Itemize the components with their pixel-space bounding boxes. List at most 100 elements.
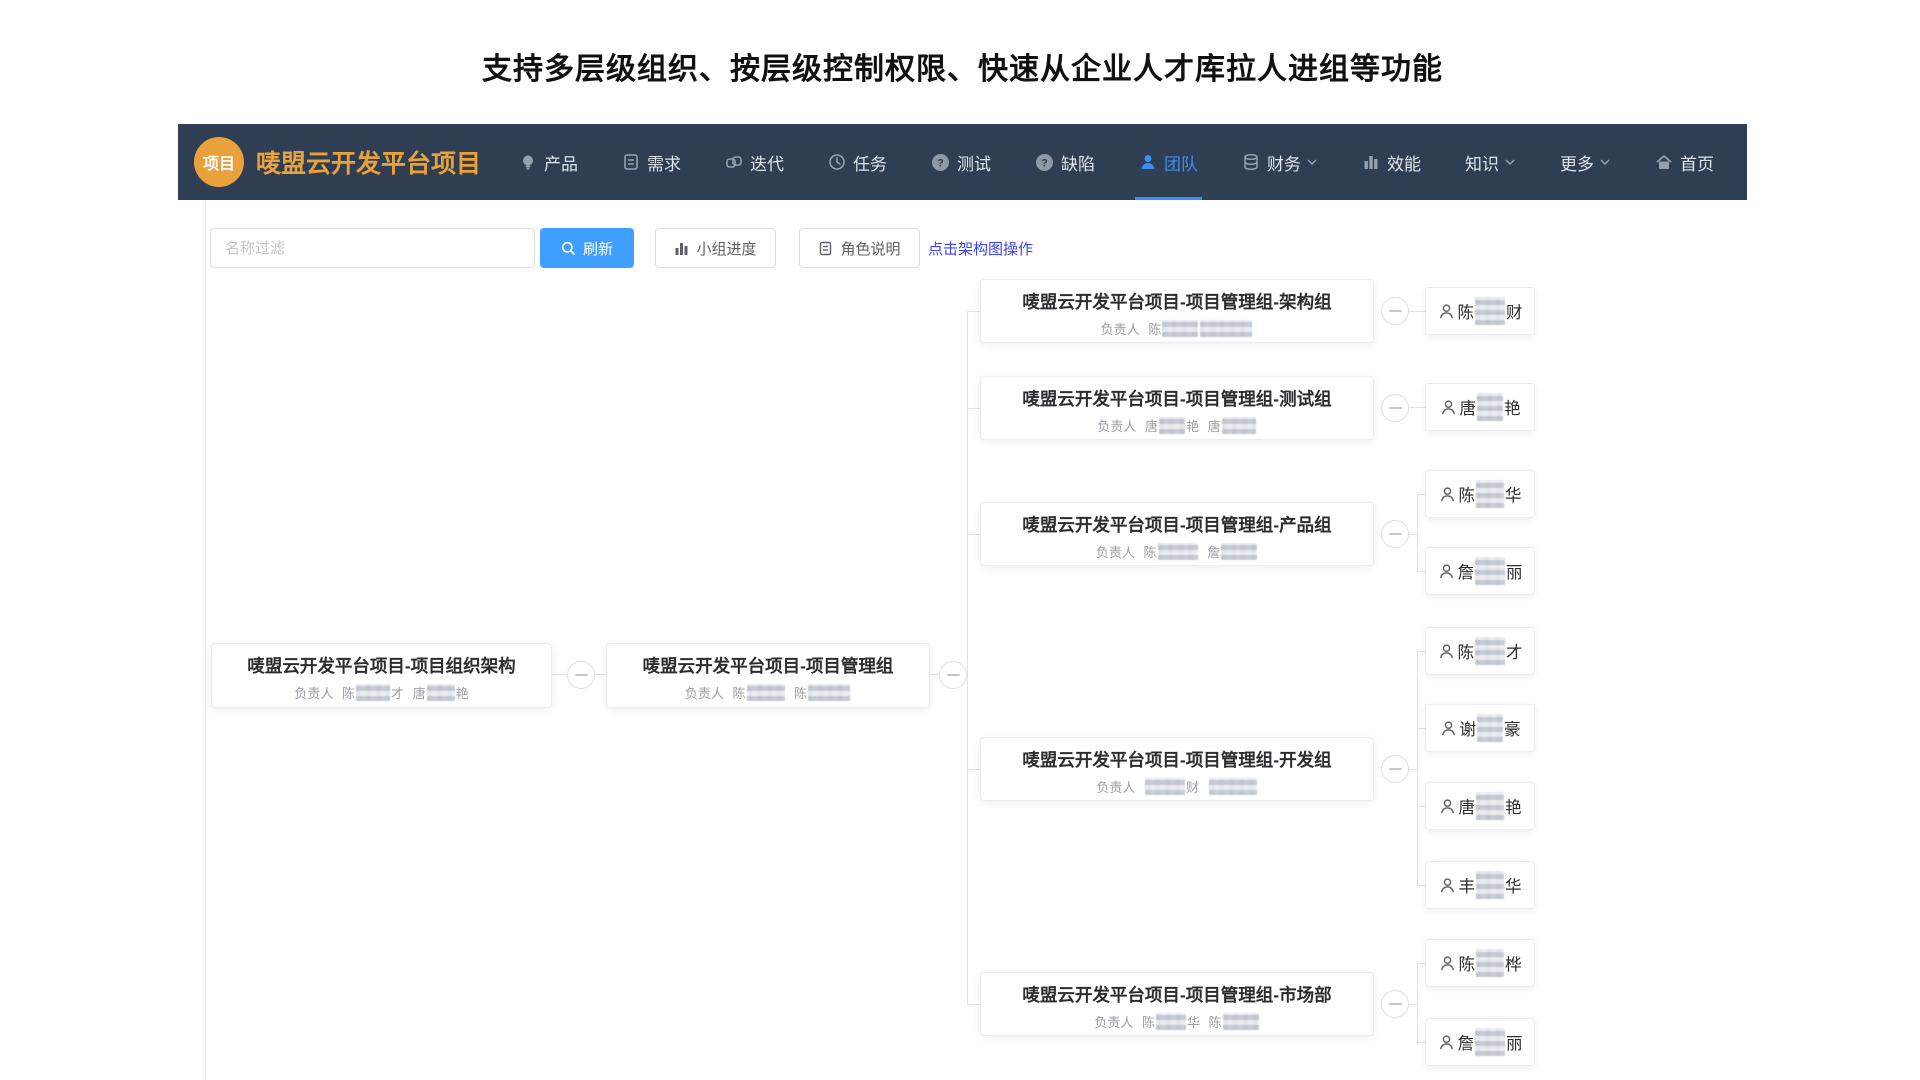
collapse-toggle-market[interactable] (1381, 990, 1409, 1018)
chevron-down-icon (1504, 156, 1516, 168)
member-name: 唐艳 (1459, 792, 1522, 820)
collapse-toggle-product[interactable] (1381, 520, 1409, 548)
org-node-management[interactable]: 唛盟云开发平台项目-项目管理组 负责人 陈 陈 (606, 643, 930, 708)
connector-line (552, 674, 567, 675)
svg-text:?: ? (937, 157, 944, 169)
nav-item-requirements[interactable]: 需求 (622, 124, 681, 200)
member-card[interactable]: 丰华 (1425, 861, 1535, 909)
connector-line (1417, 963, 1425, 964)
home-icon (1655, 153, 1673, 171)
question-icon: ? (1035, 153, 1054, 172)
bar-chart-icon (1362, 153, 1380, 171)
person-icon (1438, 643, 1455, 660)
nav-item-test[interactable]: ? 测试 (931, 124, 991, 200)
connector-line (1417, 494, 1418, 571)
org-node-root[interactable]: 唛盟云开发平台项目-项目组织架构 负责人 陈才 唐艳 (211, 643, 552, 708)
refresh-button-label: 刷新 (583, 238, 613, 259)
nav-item-defects[interactable]: ? 缺陷 (1035, 124, 1095, 200)
collapse-toggle-test[interactable] (1381, 394, 1409, 422)
connector-line (967, 311, 968, 1004)
member-name: 陈华 (1459, 480, 1522, 508)
org-node-test-group[interactable]: 唛盟云开发平台项目-项目管理组-测试组 负责人 唐艳 唐 (980, 376, 1374, 440)
connector-line (1417, 494, 1425, 495)
bar-chart-icon (674, 241, 689, 256)
chart-operation-link[interactable]: 点击架构图操作 (928, 228, 1033, 268)
member-card[interactable]: 唐艳 (1425, 782, 1535, 830)
nav-label: 产品 (544, 150, 578, 175)
nav-item-tasks[interactable]: 任务 (828, 124, 887, 200)
nav-item-iteration[interactable]: 迭代 (725, 124, 784, 200)
link-icon (725, 153, 743, 171)
connector-line (1409, 534, 1417, 535)
person-icon (1439, 486, 1456, 503)
connector-line (967, 534, 980, 535)
search-icon (561, 241, 576, 256)
collapse-toggle-dev[interactable] (1381, 755, 1409, 783)
role-description-button[interactable]: 角色说明 (799, 228, 920, 268)
person-icon (1439, 955, 1456, 972)
member-card[interactable]: 陈才 (1425, 627, 1535, 675)
connector-line (930, 674, 939, 675)
svg-text:?: ? (1041, 157, 1048, 169)
nav-item-product[interactable]: 产品 (519, 124, 578, 200)
org-node-owners: 负责人 陈才 唐艳 (212, 683, 551, 702)
org-node-market-group[interactable]: 唛盟云开发平台项目-项目管理组-市场部 负责人 陈华 陈 (980, 972, 1374, 1036)
name-filter-input[interactable] (210, 228, 535, 268)
org-node-title: 唛盟云开发平台项目-项目管理组 (607, 653, 929, 678)
org-node-title: 唛盟云开发平台项目-项目管理组-开发组 (981, 747, 1373, 772)
connector-line (1417, 651, 1425, 652)
project-name: 唛盟云开发平台项目 (256, 144, 481, 180)
group-progress-button[interactable]: 小组进度 (655, 228, 776, 268)
nav-label: 效能 (1387, 150, 1421, 175)
nav-label: 迭代 (750, 150, 784, 175)
org-node-owners: 负责人 陈 (981, 319, 1373, 338)
member-card[interactable]: 陈华 (1425, 470, 1535, 518)
refresh-button[interactable]: 刷新 (540, 228, 634, 268)
connector-line (1409, 311, 1425, 312)
connector-line (967, 769, 980, 770)
connector-line (967, 408, 980, 409)
org-node-owners: 负责人 唐艳 唐 (981, 416, 1373, 435)
org-node-dev-group[interactable]: 唛盟云开发平台项目-项目管理组-开发组 负责人 财 (980, 737, 1374, 801)
nav-label: 缺陷 (1061, 150, 1095, 175)
nav-item-knowledge[interactable]: 知识 (1465, 124, 1516, 200)
member-card[interactable]: 詹丽 (1425, 547, 1535, 595)
person-icon (1440, 399, 1457, 416)
nav-item-home[interactable]: 首页 (1655, 124, 1714, 200)
page-title: 支持多层级组织、按层级控制权限、快速从企业人才库拉人进组等功能 (178, 44, 1747, 88)
member-name: 唐艳 (1460, 393, 1521, 421)
collapse-toggle-management[interactable] (939, 661, 967, 689)
member-card[interactable]: 陈财 (1425, 287, 1535, 335)
group-progress-label: 小组进度 (696, 238, 756, 259)
member-name: 陈才 (1458, 637, 1523, 665)
document-icon (622, 153, 640, 171)
nav-label: 测试 (957, 150, 991, 175)
document-icon (818, 241, 833, 256)
org-node-product-group[interactable]: 唛盟云开发平台项目-项目管理组-产品组 负责人 陈 詹 (980, 502, 1374, 566)
org-node-owners: 负责人 陈 詹 (981, 542, 1373, 561)
connector-line (1417, 1042, 1425, 1043)
org-node-title: 唛盟云开发平台项目-项目组织架构 (212, 653, 551, 678)
connector-line (1417, 806, 1425, 807)
nav-item-performance[interactable]: 效能 (1362, 124, 1421, 200)
connector-line (1417, 885, 1425, 886)
org-node-arch-group[interactable]: 唛盟云开发平台项目-项目管理组-架构组 负责人 陈 (980, 279, 1374, 343)
member-card[interactable]: 陈桦 (1425, 939, 1535, 987)
org-node-owners: 负责人 陈 陈 (607, 683, 929, 702)
nav-label: 需求 (647, 150, 681, 175)
member-card[interactable]: 谢豪 (1425, 704, 1535, 752)
collapse-toggle-root[interactable] (567, 661, 595, 689)
role-description-label: 角色说明 (840, 238, 900, 259)
member-card[interactable]: 詹丽 (1425, 1018, 1535, 1066)
question-icon: ? (931, 153, 950, 172)
person-icon (1438, 563, 1455, 580)
content-panel-border (205, 201, 206, 1080)
nav-item-more[interactable]: 更多 (1560, 124, 1611, 200)
collapse-toggle-arch[interactable] (1381, 297, 1409, 325)
nav-label: 首页 (1680, 150, 1714, 175)
connector-line (1417, 571, 1425, 572)
member-card[interactable]: 唐艳 (1425, 383, 1535, 431)
nav-item-team[interactable]: 团队 (1139, 124, 1198, 200)
nav-menu: 产品 需求 迭代 任务 (519, 124, 1714, 200)
nav-item-finance[interactable]: 财务 (1242, 124, 1318, 200)
